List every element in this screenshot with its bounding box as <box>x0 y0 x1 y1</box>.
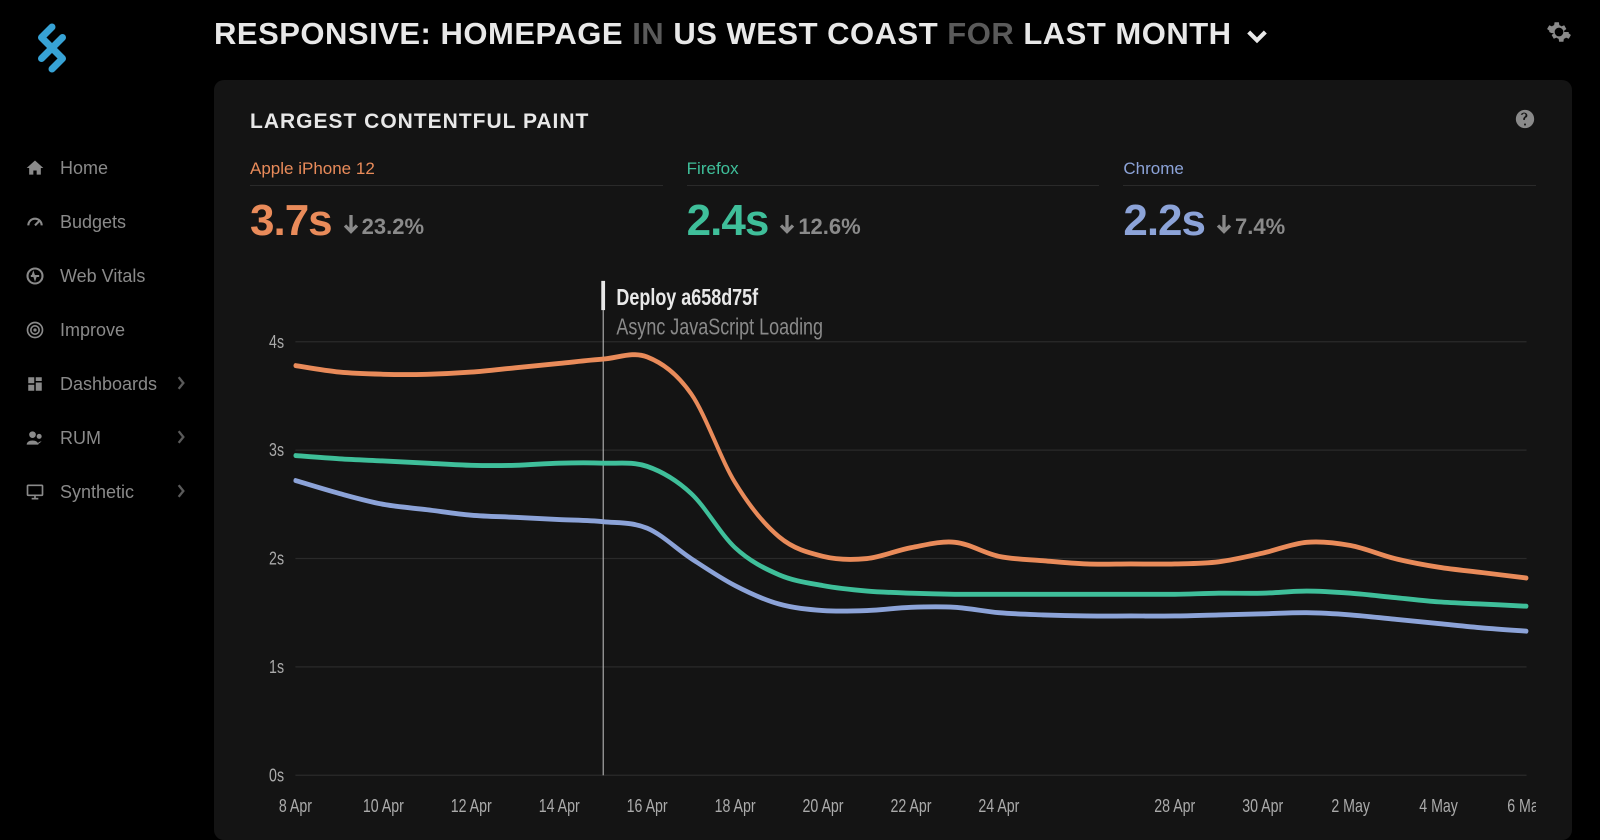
arrow-down-icon <box>778 213 796 241</box>
chevron-right-icon <box>176 482 186 503</box>
svg-text:18 Apr: 18 Apr <box>715 796 756 816</box>
sidebar-item-label: Improve <box>60 320 125 341</box>
sidebar-item-label: Home <box>60 158 108 179</box>
app-logo <box>24 20 210 81</box>
sidebar-item-rum[interactable]: RUM <box>24 411 210 465</box>
metric-value: 2.2s <box>1123 196 1205 246</box>
svg-text:Async JavaScript Loading: Async JavaScript Loading <box>616 314 823 340</box>
panel-title: Largest Contentful Paint <box>250 110 589 134</box>
sidebar-item-label: Web Vitals <box>60 266 145 287</box>
lcp-panel: Largest Contentful Paint Apple iPhone 12… <box>214 80 1572 840</box>
metric-iphone: Apple iPhone 12 3.7s 23.2% <box>250 159 663 246</box>
home-icon <box>24 158 46 178</box>
svg-text:2s: 2s <box>269 549 284 569</box>
svg-text:14 Apr: 14 Apr <box>539 796 580 816</box>
sidebar-item-improve[interactable]: Improve <box>24 303 210 357</box>
main: Responsive: Homepage in US West Coast fo… <box>210 0 1600 840</box>
metric-delta: 12.6% <box>778 213 860 241</box>
target-icon <box>24 320 46 340</box>
svg-text:8 Apr: 8 Apr <box>279 796 313 816</box>
gauge-icon <box>24 212 46 232</box>
svg-text:20 Apr: 20 Apr <box>803 796 844 816</box>
svg-text:10 Apr: 10 Apr <box>363 796 404 816</box>
title-seg-in: in <box>632 16 664 51</box>
help-icon[interactable] <box>1514 108 1536 135</box>
settings-button[interactable] <box>1546 19 1572 50</box>
metric-delta: 7.4% <box>1215 213 1285 241</box>
chevron-right-icon <box>176 428 186 449</box>
sidebar: Home Budgets Web Vitals Improve Dashboar… <box>0 0 210 840</box>
svg-text:6 May: 6 May <box>1507 796 1536 816</box>
metric-firefox: Firefox 2.4s 12.6% <box>687 159 1100 246</box>
svg-text:4 May: 4 May <box>1419 796 1458 816</box>
svg-text:4s: 4s <box>269 332 284 352</box>
chevron-right-icon <box>176 374 186 395</box>
svg-text:Deploy a658d75f: Deploy a658d75f <box>616 285 758 311</box>
heartbeat-icon <box>24 266 46 286</box>
svg-text:16 Apr: 16 Apr <box>627 796 668 816</box>
svg-text:1s: 1s <box>269 657 284 677</box>
people-icon <box>24 428 46 448</box>
svg-text:0s: 0s <box>269 766 284 786</box>
metric-chrome: Chrome 2.2s 7.4% <box>1123 159 1536 246</box>
grid-icon <box>24 375 46 393</box>
sidebar-item-dashboards[interactable]: Dashboards <box>24 357 210 411</box>
svg-text:24 Apr: 24 Apr <box>978 796 1019 816</box>
sidebar-item-synthetic[interactable]: Synthetic <box>24 465 210 519</box>
chevron-down-icon[interactable] <box>1247 16 1267 51</box>
lcp-chart: 0s 1s 2s 3s 4s 8 Apr 10 Apr 12 Apr 14 Apr 16 Apr 1… <box>250 276 1536 824</box>
title-seg-region: US West Coast <box>673 16 938 51</box>
title-seg-range: Last Month <box>1023 16 1231 51</box>
svg-text:28 Apr: 28 Apr <box>1154 796 1195 816</box>
svg-text:2 May: 2 May <box>1331 796 1370 816</box>
metric-value: 2.4s <box>687 196 769 246</box>
sidebar-item-web-vitals[interactable]: Web Vitals <box>24 249 210 303</box>
metrics-row: Apple iPhone 12 3.7s 23.2% Firefox <box>250 159 1536 246</box>
svg-text:30 Apr: 30 Apr <box>1242 796 1283 816</box>
metric-value: 3.7s <box>250 196 332 246</box>
page-title[interactable]: Responsive: Homepage in US West Coast fo… <box>214 16 1267 52</box>
sidebar-item-label: Synthetic <box>60 482 134 503</box>
svg-text:22 Apr: 22 Apr <box>890 796 931 816</box>
page-header: Responsive: Homepage in US West Coast fo… <box>214 16 1572 52</box>
arrow-down-icon <box>1215 213 1233 241</box>
title-seg-source: Responsive: Homepage <box>214 16 623 51</box>
sidebar-item-label: RUM <box>60 428 101 449</box>
arrow-down-icon <box>342 213 360 241</box>
metric-label: Apple iPhone 12 <box>250 159 663 186</box>
svg-text:12 Apr: 12 Apr <box>451 796 492 816</box>
svg-text:3s: 3s <box>269 441 284 461</box>
sidebar-item-label: Budgets <box>60 212 126 233</box>
sidebar-item-home[interactable]: Home <box>24 141 210 195</box>
metric-label: Chrome <box>1123 159 1536 186</box>
sidebar-item-label: Dashboards <box>60 374 157 395</box>
monitor-icon <box>24 482 46 502</box>
metric-label: Firefox <box>687 159 1100 186</box>
metric-delta: 23.2% <box>342 213 424 241</box>
title-seg-for: for <box>947 16 1014 51</box>
sidebar-item-budgets[interactable]: Budgets <box>24 195 210 249</box>
